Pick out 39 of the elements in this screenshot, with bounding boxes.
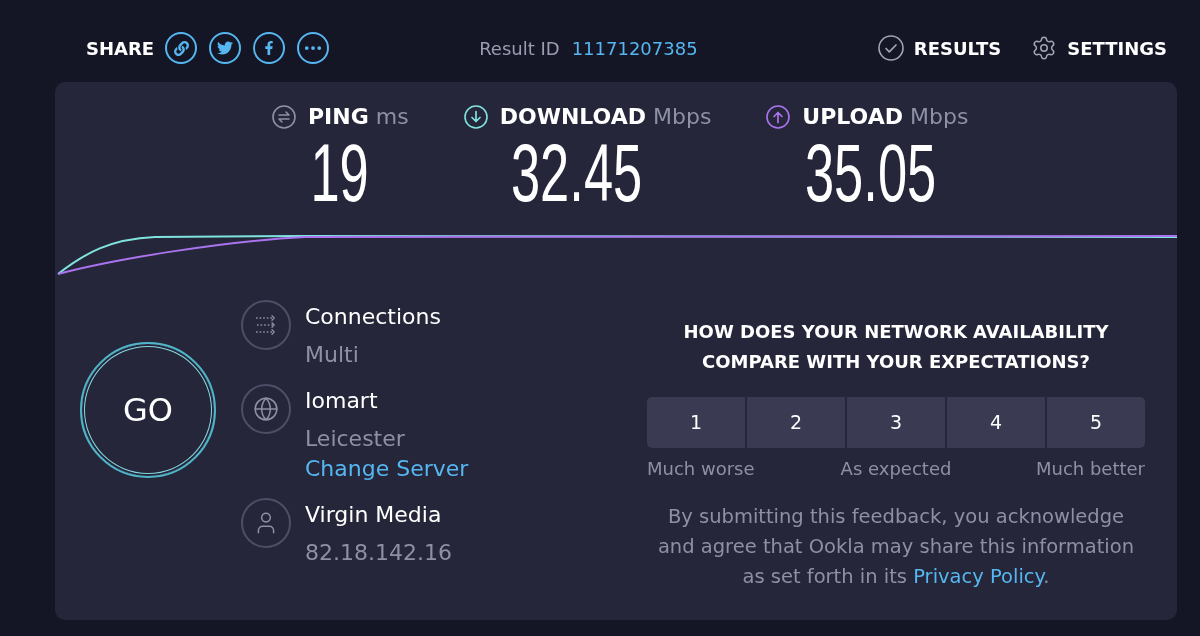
metric-value: 35.05 <box>804 132 936 214</box>
info-title: Iomart <box>305 387 379 415</box>
privacy-policy-link[interactable]: Privacy Policy <box>913 565 1044 588</box>
facebook-f-icon[interactable] <box>253 32 286 64</box>
dotted-arrows-icon <box>241 300 291 350</box>
metric-label: UPLOAD Mbps <box>802 106 969 128</box>
info-title: Virgin Media <box>305 501 443 529</box>
rating-option[interactable]: 5 <box>1047 397 1145 448</box>
go-button[interactable]: GO <box>80 342 216 478</box>
scale-label: Much better <box>1034 457 1145 481</box>
change-server-link[interactable]: Change Server <box>305 454 469 488</box>
check-circle-icon <box>877 35 904 61</box>
metric-label: DOWNLOAD Mbps <box>499 106 712 128</box>
result-id-link[interactable]: 11171207385 <box>571 34 698 62</box>
scale-label: As expected <box>839 457 953 481</box>
info-title: Connections <box>305 303 441 331</box>
info-subtitle: 82.18.142.16 <box>305 539 452 567</box>
info-subtitle: Multi <box>305 341 360 369</box>
results-button[interactable]: RESULTS <box>877 34 1002 62</box>
feedback-disclaimer: By submitting this feedback, you acknowledge and agree that Ookla may share this information as set forth in its Privacy Policy. <box>656 504 1136 590</box>
more-dots-icon[interactable] <box>297 32 330 64</box>
metric-value: 19 <box>310 132 370 214</box>
settings-button[interactable]: SETTINGS <box>1031 34 1167 62</box>
feedback-question: HOW DOES YOUR NETWORK AVAILABILITY COMPARE WITH YOUR EXPECTATIONS? <box>682 320 1110 374</box>
globe-icon <box>241 384 291 434</box>
twitter-bird-icon[interactable] <box>209 32 242 64</box>
scale-label: Much worse <box>647 457 756 481</box>
rating-option[interactable]: 2 <box>747 397 845 448</box>
user-icon <box>241 498 291 548</box>
metric-label: PING ms <box>308 106 409 128</box>
rating-option[interactable]: 3 <box>847 397 945 448</box>
rating-option[interactable]: 1 <box>647 397 745 448</box>
metric-value: 32.45 <box>511 132 643 214</box>
rating-option[interactable]: 4 <box>947 397 1045 448</box>
result-id-label: Result ID <box>479 36 560 61</box>
info-subtitle: Leicester <box>305 425 406 453</box>
link-icon[interactable] <box>165 32 198 64</box>
settings-icon <box>1031 35 1058 61</box>
share-label: SHARE <box>86 36 155 61</box>
